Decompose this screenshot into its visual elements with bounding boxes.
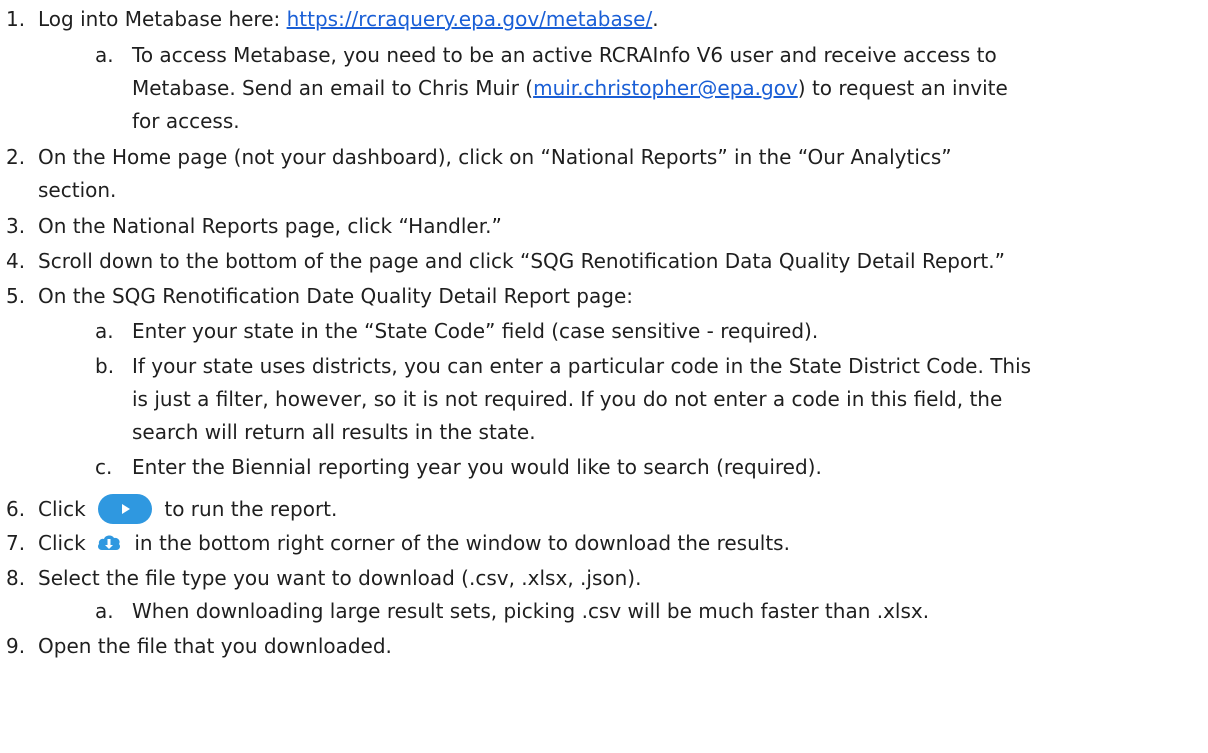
- step-number: 3.: [6, 214, 26, 238]
- substep-text: Metabase. Send an email to Chris Muir (: [132, 76, 534, 100]
- step-number: 2.: [6, 145, 26, 169]
- step-1a: a. To access Metabase, you need to be an…: [0, 39, 1208, 72]
- step-7: 7. Click in the bottom right corner of t…: [0, 527, 1208, 560]
- step-text: Click: [38, 531, 86, 555]
- step-number: 4.: [6, 249, 26, 273]
- substep-letter: a.: [95, 599, 114, 623]
- step-number: 1.: [6, 7, 26, 31]
- step-5b-line-2: is just a filter, however, so it is not …: [0, 383, 1208, 416]
- substep-letter: b.: [95, 354, 115, 378]
- step-1: 1. Log into Metabase here: https://rcraq…: [0, 3, 1208, 36]
- step-5a: a. Enter your state in the “State Code” …: [0, 315, 1208, 348]
- substep-text: To access Metabase, you need to be an ac…: [132, 43, 997, 67]
- step-text: On the SQG Renotification Date Quality D…: [38, 284, 633, 308]
- substep-text: ) to request an invite: [797, 76, 1008, 100]
- step-3: 3. On the National Reports page, click “…: [0, 210, 1208, 243]
- step-8a: a. When downloading large result sets, p…: [0, 595, 1208, 628]
- step-1a-line-2: Metabase. Send an email to Chris Muir (m…: [0, 72, 1208, 105]
- substep-text: is just a filter, however, so it is not …: [132, 387, 1003, 411]
- step-number: 6.: [6, 497, 26, 521]
- substep-letter: a.: [95, 319, 114, 343]
- step-number: 8.: [6, 566, 26, 590]
- step-2-line-2: section.: [0, 174, 1208, 207]
- cloud-download-icon: [96, 531, 122, 555]
- step-text: Select the file type you want to downloa…: [38, 566, 642, 590]
- step-number: 7.: [6, 531, 26, 555]
- substep-text: Enter your state in the “State Code” fie…: [132, 319, 819, 343]
- step-4: 4. Scroll down to the bottom of the page…: [0, 245, 1208, 278]
- step-5c: c. Enter the Biennial reporting year you…: [0, 451, 1208, 484]
- substep-text: Enter the Biennial reporting year you wo…: [132, 455, 822, 479]
- step-text-end: to run the report.: [164, 497, 338, 521]
- step-text: On the National Reports page, click “Han…: [38, 214, 502, 238]
- substep-text: search will return all results in the st…: [132, 420, 536, 444]
- step-number: 9.: [6, 634, 26, 658]
- step-number: 5.: [6, 284, 26, 308]
- substep-text: for access.: [132, 109, 240, 133]
- substep-letter: a.: [95, 43, 114, 67]
- step-6: 6. Click to run the report.: [0, 490, 1208, 528]
- step-5b-line-3: search will return all results in the st…: [0, 416, 1208, 449]
- email-link[interactable]: muir.christopher@epa.gov: [533, 76, 798, 100]
- step-text: Open the file that you downloaded.: [38, 634, 392, 658]
- step-5b: b. If your state uses districts, you can…: [0, 350, 1208, 383]
- step-text: section.: [38, 178, 117, 202]
- substep-text: If your state uses districts, you can en…: [132, 354, 1032, 378]
- instructions-document: 1. Log into Metabase here: https://rcraq…: [0, 0, 1208, 753]
- step-8: 8. Select the file type you want to down…: [0, 562, 1208, 595]
- step-text: On the Home page (not your dashboard), c…: [38, 145, 952, 169]
- step-9: 9. Open the file that you downloaded.: [0, 630, 1208, 663]
- step-text: Scroll down to the bottom of the page an…: [38, 249, 1005, 273]
- step-5: 5. On the SQG Renotification Date Qualit…: [0, 280, 1208, 313]
- step-text: Log into Metabase here:: [38, 7, 287, 31]
- substep-text: When downloading large result sets, pick…: [132, 599, 930, 623]
- metabase-link[interactable]: https://rcraquery.epa.gov/metabase/: [287, 7, 653, 31]
- step-text-end: .: [652, 7, 659, 31]
- step-text: Click: [38, 497, 86, 521]
- step-text-end: in the bottom right corner of the window…: [134, 531, 790, 555]
- play-button-icon: [98, 493, 153, 524]
- substep-letter: c.: [95, 455, 113, 479]
- step-1a-line-3: for access.: [0, 105, 1208, 138]
- step-2: 2. On the Home page (not your dashboard)…: [0, 141, 1208, 174]
